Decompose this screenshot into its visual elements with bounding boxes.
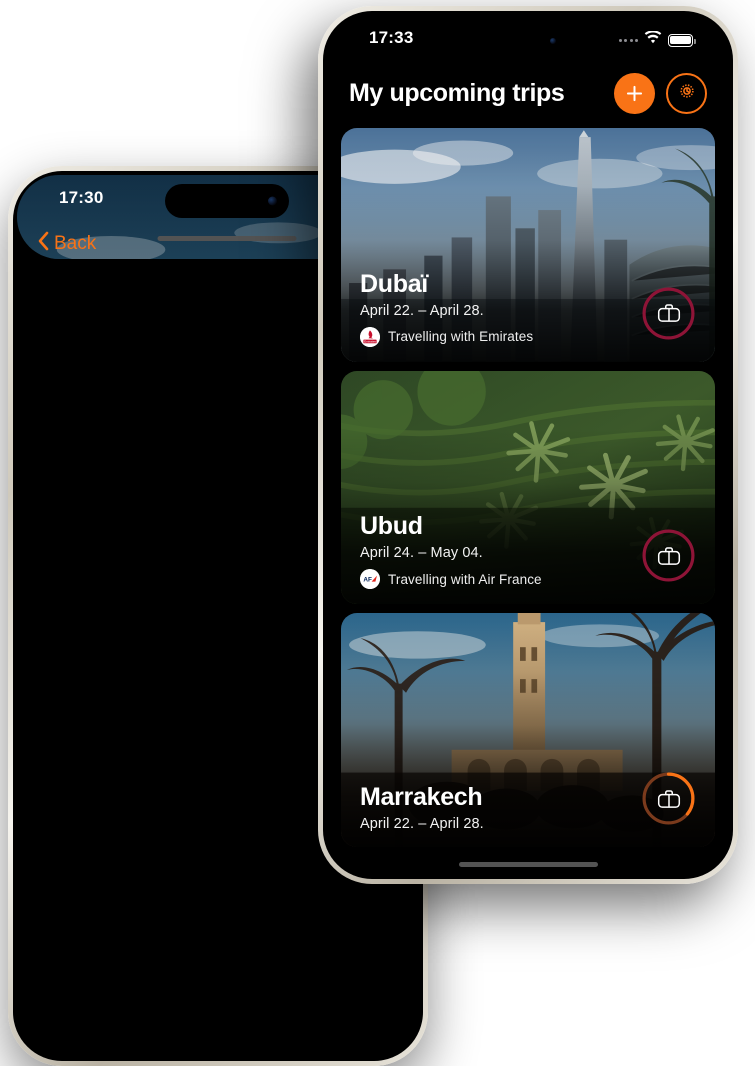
dynamic-island [466,24,590,58]
status-time: 17:33 [369,28,414,47]
trip-packing-status[interactable] [642,287,695,340]
trip-name: Marrakech [360,783,483,812]
air-france-logo: AF [360,569,380,590]
dynamic-island [165,184,289,218]
svg-text:Emirates: Emirates [364,339,376,343]
battery-icon [668,33,696,47]
front-camera-icon [268,196,277,206]
trip-airline-text: Travelling with Air France [388,571,542,587]
trip-info: Dubaï April 22. – April 28. Emirates Tra… [360,270,623,347]
home-indicator[interactable] [327,853,729,875]
status-right-icons [618,30,696,49]
trip-airline-text: Travelling with Emirates [388,329,534,345]
duffel-bag-icon [642,529,695,582]
trip-airline: AF Travelling with Air France [360,569,623,590]
home-indicator[interactable] [157,236,297,241]
gear-icon [676,80,698,107]
phone-right-screen: 17:33 My upcoming trips Dubaï April 22. … [327,15,729,875]
header-actions [614,73,707,114]
trip-info: Ubud April 24. – May 04. AF Travelling w… [360,512,623,590]
page-header: My upcoming trips [327,65,729,128]
trip-dates: April 22. – April 28. [360,816,484,833]
right-status-bar: 17:33 [327,15,729,65]
trip-card-ubud[interactable]: Ubud April 24. – May 04. AF Travelling w… [341,370,715,605]
add-trip-button[interactable] [614,73,655,114]
trip-dates: April 22. – April 28. [360,302,484,319]
trip-airline: Emirates Travelling with Emirates [360,326,623,347]
trip-dates: April 24. – May 04. [360,545,483,562]
cellular-dots-icon [618,38,638,42]
back-button[interactable]: Back [37,231,96,257]
page-title: My upcoming trips [349,79,565,107]
phone-right-device: 17:33 My upcoming trips Dubaï April 22. … [318,6,738,884]
back-button-label: Back [54,233,97,254]
trip-card-dubai[interactable]: Dubaï April 22. – April 28. Emirates Tra… [341,128,715,362]
front-camera-icon [550,38,556,44]
trip-name: Ubud [360,512,423,541]
status-time: 17:30 [59,188,104,207]
trip-name: Dubaï [360,269,428,298]
settings-button[interactable] [666,73,707,114]
emirates-logo: Emirates [360,326,380,347]
duffel-bag-icon [642,287,695,340]
trip-packing-status[interactable] [642,529,695,582]
trip-card-marrakech[interactable]: Marrakech April 22. – April 28. [341,613,715,848]
trip-info: Marrakech April 22. – April 28. [360,783,623,832]
chevron-left-icon [37,231,49,257]
trip-packing-status[interactable] [642,772,695,825]
svg-text:AF: AF [363,577,372,584]
wifi-icon [644,30,662,49]
trip-list: Dubaï April 22. – April 28. Emirates Tra… [327,128,729,853]
duffel-bag-icon [642,772,695,825]
plus-icon [624,83,645,104]
